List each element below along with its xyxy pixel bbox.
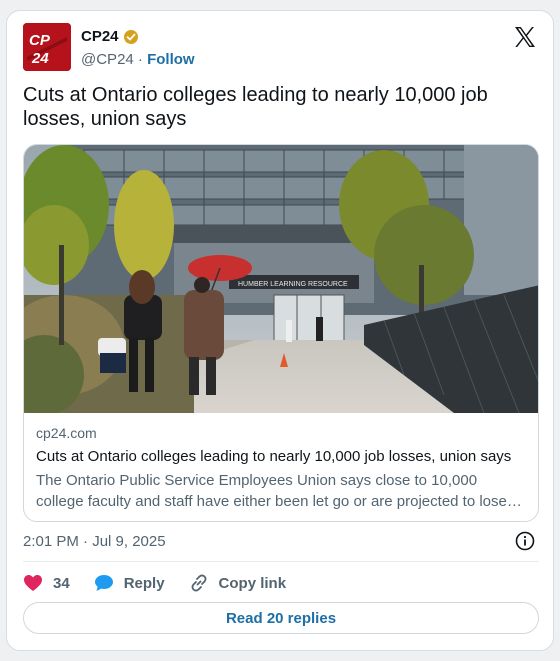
preview-description: The Ontario Public Service Employees Uni… <box>36 472 507 510</box>
action-bar: 34 Reply Copy link <box>23 571 310 595</box>
building-sign: HUMBER LEARNING RESOURCE <box>238 281 348 288</box>
heart-icon <box>24 575 42 591</box>
follow-button[interactable]: Follow <box>147 51 195 68</box>
reply-button[interactable]: Reply <box>94 574 165 592</box>
link-preview-card[interactable]: HUMBER LEARNING RESOURCE cp24.com Cuts a… <box>23 144 539 522</box>
like-count: 34 <box>53 574 70 592</box>
copy-link-label: Copy link <box>218 574 287 592</box>
divider <box>23 561 539 562</box>
preview-image: HUMBER LEARNING RESOURCE <box>24 145 538 413</box>
reply-bubble-icon <box>94 575 113 591</box>
read-replies-button[interactable]: Read 20 replies <box>23 602 539 634</box>
author-name[interactable]: CP24 <box>81 28 119 45</box>
separator-dot: · <box>137 51 143 68</box>
preview-title[interactable]: Cuts at Ontario colleges leading to near… <box>36 448 526 465</box>
author-handle[interactable]: @CP24 <box>81 51 134 68</box>
copy-link-button[interactable]: Copy link <box>189 573 287 593</box>
x-logo-icon[interactable] <box>513 25 537 49</box>
cp24-logo[interactable]: CP 24 <box>23 23 71 71</box>
verified-badge-icon <box>123 29 138 44</box>
svg-text:24: 24 <box>31 50 49 67</box>
svg-text:CP: CP <box>29 32 51 49</box>
author-info: CP24 @CP24 · Follow <box>81 28 195 68</box>
like-button[interactable]: 34 <box>23 574 70 592</box>
tweet-card: CP 24 CP24 @CP24 · Follow Cuts at Ontari… <box>6 10 554 651</box>
info-icon[interactable] <box>515 531 535 551</box>
tweet-text: Cuts at Ontario colleges leading to near… <box>23 84 488 130</box>
link-icon <box>191 574 206 592</box>
reply-label: Reply <box>123 574 165 592</box>
tweet-timestamp[interactable]: 2:01 PM · Jul 9, 2025 <box>23 533 166 550</box>
preview-domain[interactable]: cp24.com <box>36 425 526 441</box>
